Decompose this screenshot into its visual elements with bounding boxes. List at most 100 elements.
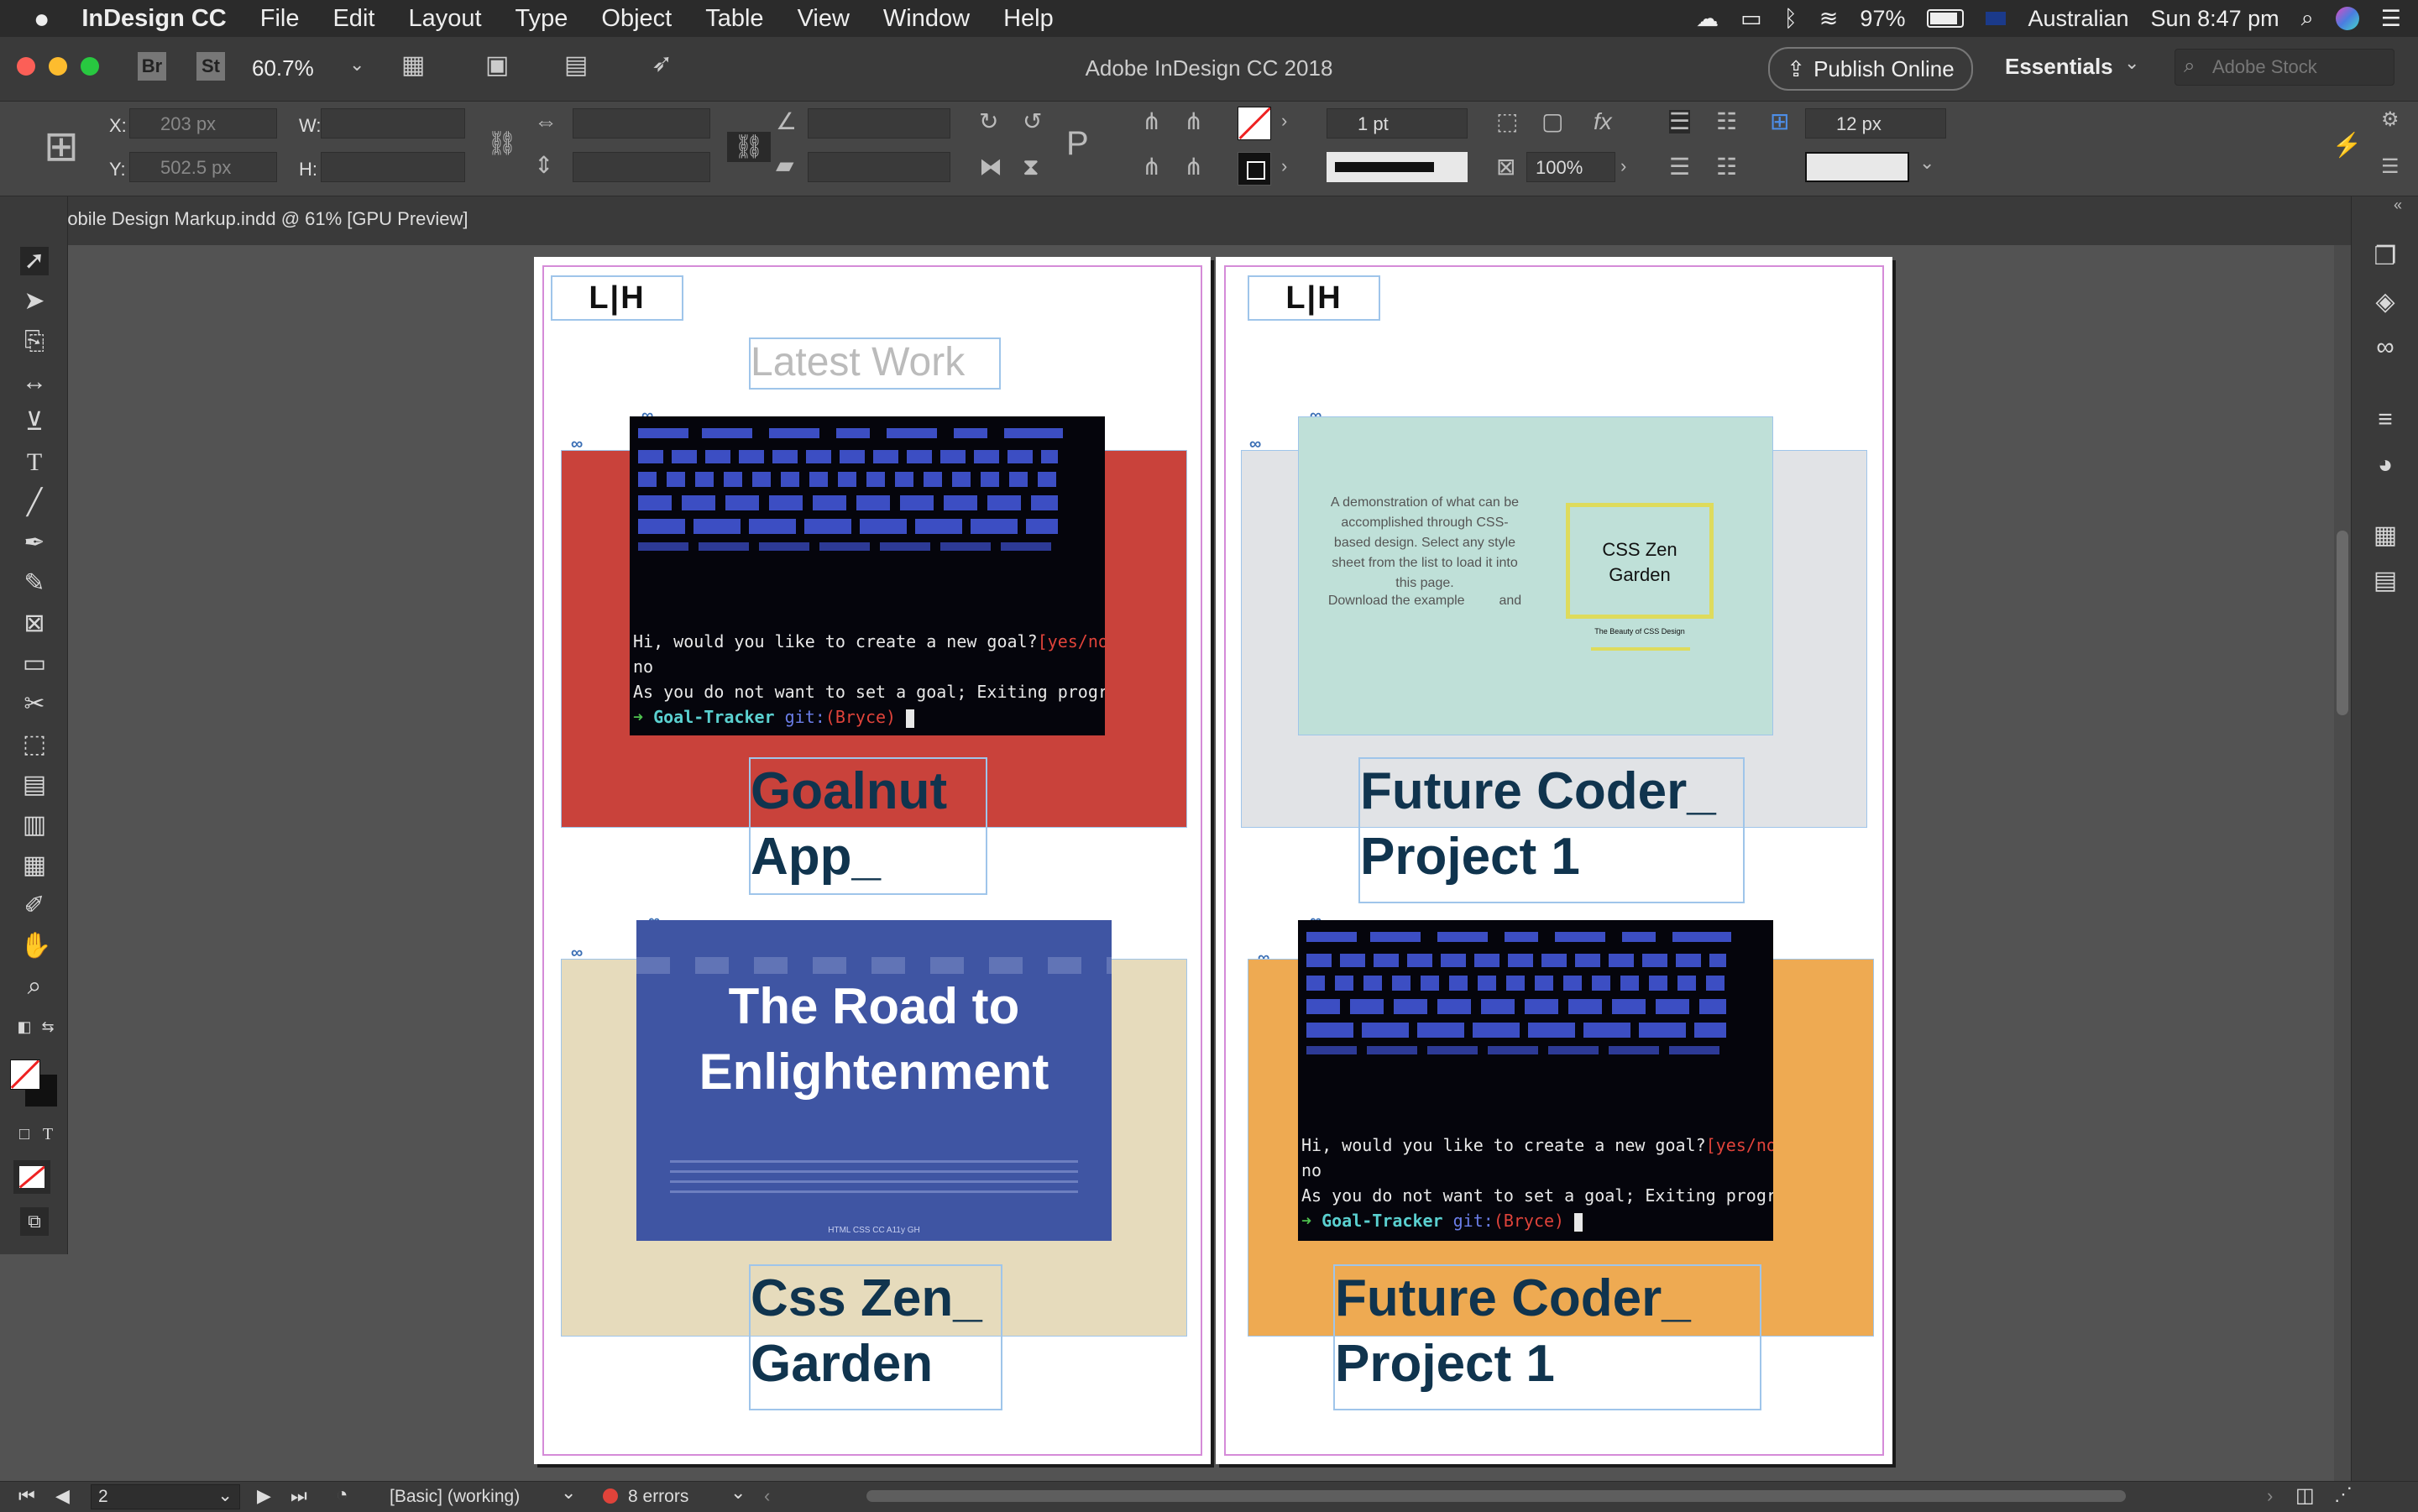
scale-x-icon[interactable]: ⇔ <box>534 110 557 133</box>
height-field[interactable] <box>321 152 465 182</box>
layers-panel-icon[interactable]: ◈ <box>2370 287 2400 317</box>
menu-edit[interactable]: Edit <box>332 5 374 33</box>
stroke-panel-icon[interactable]: ≡ <box>2370 405 2400 435</box>
fill-menu-chevron-icon[interactable]: › <box>1281 112 1287 130</box>
type-on-path-icon[interactable]: P <box>1066 127 1089 160</box>
formatting-text-icon[interactable]: T <box>34 1120 62 1148</box>
pen-tool-icon[interactable]: ✒ <box>20 529 49 557</box>
card-future-coder-2-title[interactable]: Future Coder_ Project 1 <box>1333 1264 1761 1410</box>
opacity-chevron-icon[interactable]: › <box>1620 157 1626 175</box>
rotation-angle-icon[interactable]: ∠ <box>776 110 797 133</box>
adobe-stock-search[interactable]: ⌕ Adobe Stock <box>2175 49 2394 86</box>
distribute-icon[interactable]: ☰ <box>1669 155 1690 179</box>
menu-object[interactable]: Object <box>601 5 672 33</box>
auto-fit-icon[interactable]: ⊞ <box>1770 110 1789 133</box>
swap-fill-stroke-icon[interactable]: ⇆ <box>34 1012 62 1041</box>
next-page-icon[interactable]: ▶ <box>257 1485 271 1507</box>
note-tool-icon[interactable]: ▦ <box>20 851 49 880</box>
road-to-enlightenment-image[interactable]: The Road to Enlightenment HTML CSS CC A1… <box>636 920 1112 1241</box>
apply-none-swatch[interactable] <box>13 1160 50 1194</box>
minimize-window-button[interactable] <box>49 57 67 76</box>
workspace-switcher[interactable]: Essentials <box>2005 54 2113 80</box>
goalnut-terminal-image[interactable]: Hi, would you like to create a new goal?… <box>630 416 1105 735</box>
siri-icon[interactable] <box>2335 7 2359 30</box>
menu-type[interactable]: Type <box>516 5 568 33</box>
publish-online-button[interactable]: ⇪ Publish Online <box>1768 47 1973 91</box>
input-source[interactable]: Australian <box>2028 6 2128 32</box>
screen-mode-icon[interactable]: ▣ <box>485 50 509 80</box>
pencil-tool-icon[interactable]: ✎ <box>20 569 49 598</box>
x-position-field[interactable]: 203 px <box>129 108 277 139</box>
menu-file[interactable]: File <box>260 5 300 33</box>
document-tab[interactable]: Mobile Design Markup.indd @ 61% [GPU Pre… <box>52 208 468 230</box>
preflight-profile[interactable]: [Basic] (working) <box>390 1487 520 1507</box>
frame-style-preview[interactable] <box>1805 152 1909 182</box>
stroke-weight-field[interactable]: 1 pt <box>1327 108 1468 139</box>
scale-y-icon[interactable]: ⇕ <box>534 154 553 177</box>
constrain-scale-icon[interactable]: ⛓ <box>727 132 771 162</box>
rectangle-tool-icon[interactable]: ▭ <box>20 650 49 678</box>
logo-text-frame[interactable]: L|H <box>1248 275 1380 321</box>
zoom-window-button[interactable] <box>81 57 99 76</box>
page-number-field[interactable]: 2 ⌄ <box>91 1484 240 1509</box>
goalnut-terminal-image-2[interactable]: Hi, would you like to create a new goal?… <box>1298 920 1773 1241</box>
split-window-icon[interactable]: ◫ <box>2295 1483 2315 1508</box>
bridge-button[interactable]: Br <box>138 52 166 81</box>
notification-center-icon[interactable]: ☰ <box>2381 6 2401 32</box>
arrange-documents-icon[interactable]: ▤ <box>564 50 588 80</box>
creative-cloud-icon[interactable]: ☁ <box>1696 6 1719 32</box>
fill-stroke-swatch[interactable] <box>10 1059 57 1107</box>
direct-selection-tool-icon[interactable]: ➤ <box>20 287 49 316</box>
menu-window[interactable]: Window <box>883 5 970 33</box>
preflight-profile-chevron-icon[interactable]: ⌄ <box>561 1482 576 1504</box>
control-panel-menu-icon[interactable]: ☰ <box>2381 157 2400 177</box>
select-previous-object-icon[interactable]: ⋔ <box>1184 155 1203 179</box>
flip-horizontal-icon[interactable]: ⧓ <box>979 155 1002 179</box>
battery-icon[interactable] <box>1927 9 1965 28</box>
reference-point-icon[interactable]: ⊞ <box>44 125 79 167</box>
menu-app-name[interactable]: InDesign CC <box>81 5 226 33</box>
errors-chevron-icon[interactable]: ⌄ <box>730 1482 746 1504</box>
menu-help[interactable]: Help <box>1003 5 1054 33</box>
preflight-errors[interactable]: 8 errors <box>628 1487 688 1507</box>
preflight-profile-icon[interactable]: ◔ <box>336 1483 348 1507</box>
align-text-left-icon[interactable]: ☰ <box>1669 110 1691 133</box>
horizontal-scroll-thumb[interactable] <box>866 1490 2126 1502</box>
workspace-chevron-icon[interactable]: ⌄ <box>2124 52 2139 74</box>
stroke-type-dropdown[interactable] <box>1327 152 1468 182</box>
width-field[interactable] <box>321 108 465 139</box>
select-content-icon[interactable]: ⋔ <box>1142 155 1161 179</box>
vertical-scrollbar[interactable] <box>2334 245 2351 1481</box>
gradient-feather-tool-icon[interactable]: ▥ <box>20 811 49 840</box>
previous-page-icon[interactable]: ◀ <box>55 1485 70 1507</box>
css-zen-garden-image[interactable]: A demonstration of what can be accomplis… <box>1298 416 1773 735</box>
first-page-icon[interactable]: ⏮ <box>18 1485 35 1507</box>
page-number-chevron-icon[interactable]: ⌄ <box>217 1485 233 1506</box>
menu-layout[interactable]: Layout <box>408 5 481 33</box>
frame-fitting-icon[interactable]: ⬚ <box>1496 110 1518 133</box>
properties-panel-icon[interactable]: ▤ <box>2370 566 2400 596</box>
hand-tool-icon[interactable]: ✋ <box>20 932 51 960</box>
select-next-object-icon[interactable]: ⋔ <box>1184 110 1203 133</box>
latest-work-heading[interactable]: Latest Work <box>749 337 1001 390</box>
rotate-cw-icon[interactable]: ↻ <box>979 110 998 133</box>
page-left[interactable]: L|H Latest Work ∞ ∞ Hi, would you like t… <box>534 257 1211 1464</box>
scissors-tool-icon[interactable]: ✂ <box>20 690 49 719</box>
last-page-icon[interactable]: ⏭ <box>290 1485 307 1507</box>
gap-field[interactable]: 12 px <box>1805 108 1946 139</box>
wifi-icon[interactable]: ≋ <box>1819 6 1839 32</box>
clock[interactable]: Sun 8:47 pm <box>2151 6 2279 32</box>
links-panel-icon[interactable]: ∞ <box>2370 332 2400 363</box>
view-options-icon[interactable]: ▦ <box>401 50 425 80</box>
fill-swatch[interactable] <box>1238 107 1271 140</box>
page-tool-icon[interactable]: ⎘ <box>20 327 49 356</box>
line-tool-icon[interactable]: ╱ <box>20 489 49 517</box>
flag-icon[interactable] <box>1986 12 2007 25</box>
horizontal-scrollbar[interactable] <box>789 1485 2267 1507</box>
select-container-icon[interactable]: ⋔ <box>1142 110 1161 133</box>
eyedropper-tool-icon[interactable]: ✐ <box>20 892 49 920</box>
expand-panels-icon[interactable]: « <box>2394 196 2402 214</box>
apple-icon[interactable]: ● <box>34 3 50 34</box>
scale-x-field[interactable] <box>573 108 710 139</box>
constrain-proportions-icon[interactable]: ⛓ <box>487 132 517 155</box>
